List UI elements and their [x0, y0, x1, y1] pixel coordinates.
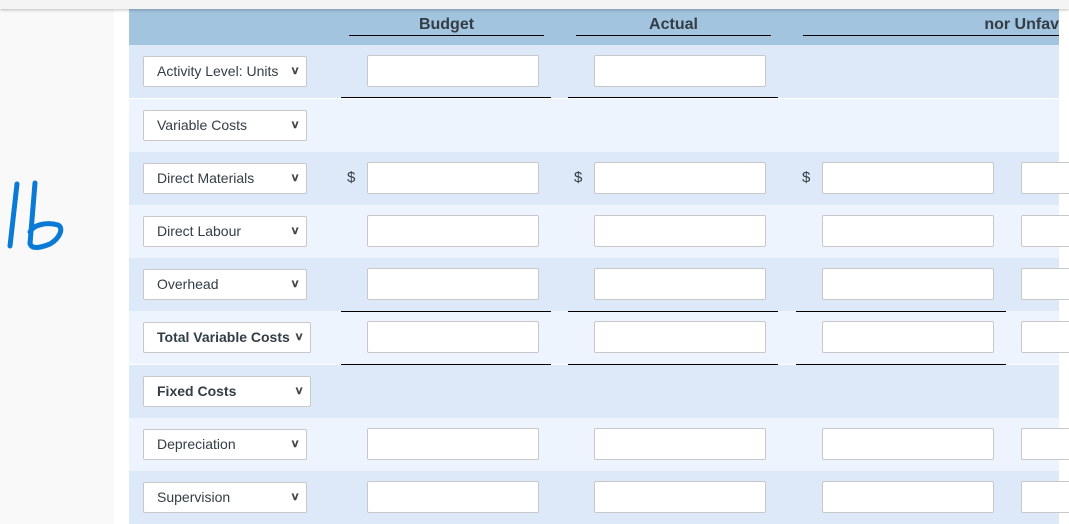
- chevron-down-icon: ∨: [290, 438, 300, 450]
- select-value: Overhead: [157, 276, 219, 292]
- select-value: Depreciation: [157, 436, 236, 452]
- amount-input[interactable]: [594, 162, 766, 194]
- amount-input[interactable]: [594, 215, 766, 247]
- table-row: Direct Materials ∨ $ $ $: [129, 152, 1069, 205]
- table-row: Total Variable Costs ∨: [129, 311, 1069, 365]
- amount-input[interactable]: [594, 321, 766, 353]
- row-label-select[interactable]: Depreciation ∨: [143, 429, 307, 460]
- chevron-down-icon: ∨: [294, 385, 304, 397]
- row-label-select[interactable]: Supervision ∨: [143, 482, 307, 513]
- table-row: Overhead ∨: [129, 258, 1069, 311]
- amount-input[interactable]: [1021, 428, 1069, 460]
- select-value: Direct Materials: [157, 170, 255, 186]
- amount-input[interactable]: [1021, 321, 1069, 353]
- chevron-down-icon: ∨: [290, 172, 300, 184]
- amount-input[interactable]: [594, 481, 766, 513]
- table-header: Budget Actual nor Unfav: [129, 9, 1059, 45]
- total-underline: [568, 311, 778, 312]
- row-label-select[interactable]: Fixed Costs ∨: [143, 376, 311, 407]
- amount-input[interactable]: [822, 321, 994, 353]
- table-row: Direct Labour ∨: [129, 205, 1069, 258]
- select-value: Variable Costs: [157, 117, 248, 133]
- dollar-sign: $: [347, 169, 356, 186]
- amount-input[interactable]: [367, 428, 539, 460]
- select-value: Direct Labour: [157, 223, 242, 239]
- chevron-down-icon: ∨: [290, 278, 300, 290]
- row-label-select[interactable]: Total Variable Costs ∨: [143, 322, 311, 353]
- amount-input[interactable]: [822, 215, 994, 247]
- total-underline: [568, 97, 778, 98]
- amount-input[interactable]: [367, 268, 539, 300]
- chevron-down-icon: ∨: [290, 65, 300, 77]
- amount-input[interactable]: [1021, 481, 1069, 513]
- header-actual: Actual: [649, 16, 698, 33]
- top-bar: [0, 0, 1069, 9]
- amount-input[interactable]: [822, 428, 994, 460]
- select-value: Total Variable Costs: [157, 329, 290, 345]
- dollar-sign: $: [802, 169, 811, 186]
- header-underline: [803, 35, 1059, 36]
- select-value: Activity Level: Units: [157, 63, 279, 79]
- amount-input[interactable]: [367, 55, 539, 87]
- amount-input[interactable]: [822, 162, 994, 194]
- amount-input[interactable]: [594, 55, 766, 87]
- amount-input[interactable]: [594, 428, 766, 460]
- amount-input[interactable]: [594, 268, 766, 300]
- header-underline: [576, 35, 771, 36]
- table-row: Supervision ∨: [129, 471, 1069, 524]
- row-label-select[interactable]: Direct Labour ∨: [143, 216, 307, 247]
- header-variance: nor Unfav: [984, 16, 1059, 33]
- dollar-sign: $: [574, 169, 583, 186]
- table-row: Activity Level: Units ∨: [129, 45, 1059, 98]
- amount-input[interactable]: [1021, 162, 1069, 194]
- chevron-down-icon: ∨: [290, 491, 300, 503]
- amount-input[interactable]: [367, 481, 539, 513]
- row-label-select[interactable]: Overhead ∨: [143, 269, 307, 300]
- handwritten-annotation: [7, 180, 64, 250]
- row-label-select[interactable]: Activity Level: Units ∨: [143, 56, 307, 87]
- select-value: Supervision: [157, 489, 231, 505]
- amount-input[interactable]: [367, 162, 539, 194]
- chevron-down-icon: ∨: [294, 331, 304, 343]
- amount-input[interactable]: [367, 321, 539, 353]
- select-value: Fixed Costs: [157, 383, 237, 399]
- amount-input[interactable]: [1021, 215, 1069, 247]
- header-underline: [349, 35, 544, 36]
- row-label-select[interactable]: Variable Costs ∨: [143, 110, 307, 141]
- total-underline: [341, 311, 551, 312]
- chevron-down-icon: ∨: [290, 119, 300, 131]
- amount-input[interactable]: [822, 481, 994, 513]
- table-row: Depreciation ∨: [129, 418, 1069, 471]
- total-underline: [341, 97, 551, 98]
- header-budget: Budget: [418, 16, 475, 33]
- amount-input[interactable]: [1021, 268, 1069, 300]
- total-underline: [796, 311, 1006, 312]
- table-row: Variable Costs ∨: [129, 99, 1059, 152]
- table-row: Fixed Costs ∨: [129, 365, 1059, 418]
- amount-input[interactable]: [367, 215, 539, 247]
- chevron-down-icon: ∨: [290, 225, 300, 237]
- flexible-budget-table: Budget Actual nor Unfav Activity Level: …: [129, 9, 1069, 524]
- row-label-select[interactable]: Direct Materials ∨: [143, 163, 307, 194]
- amount-input[interactable]: [822, 268, 994, 300]
- left-panel: [0, 9, 114, 524]
